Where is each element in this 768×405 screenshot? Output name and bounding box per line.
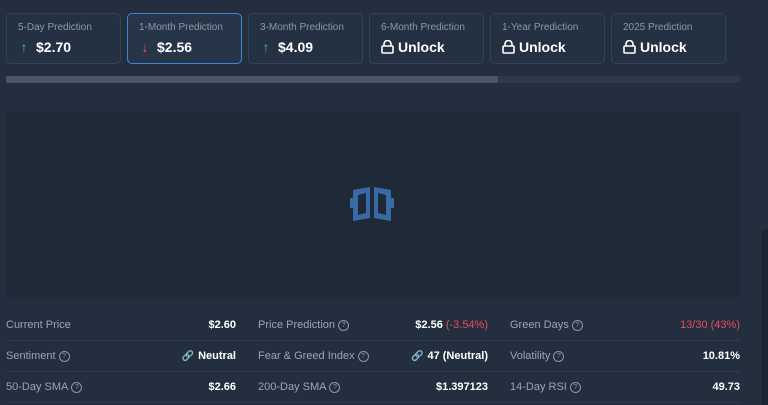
tab-title: 3-Month Prediction xyxy=(260,22,344,33)
tab-title: 2025 Prediction xyxy=(623,22,693,33)
stat-value: $2.56 xyxy=(415,319,443,331)
help-icon[interactable]: ? xyxy=(569,381,581,393)
stats-table: Current Price $2.60 Price Prediction? $2… xyxy=(6,310,740,403)
tab-title: 5-Day Prediction xyxy=(18,22,92,33)
stat-label: Fear & Greed Index xyxy=(258,350,355,362)
stat-sma-200: 200-Day SMA? $1.397123 xyxy=(258,372,488,402)
lock-icon xyxy=(381,40,394,54)
tab-title: 6-Month Prediction xyxy=(381,22,465,33)
arrow-up-icon: ↑ xyxy=(262,39,270,55)
help-icon[interactable]: ? xyxy=(329,381,341,393)
stat-price-prediction: Price Prediction? $2.56 (-3.54%) xyxy=(258,310,488,340)
help-icon[interactable]: ? xyxy=(571,319,583,331)
tab-value: Unlock xyxy=(398,39,445,55)
help-icon[interactable]: ? xyxy=(553,350,565,362)
stat-value[interactable]: 47 (Neutral) xyxy=(427,350,488,362)
stat-label: Green Days xyxy=(510,319,569,331)
horizontal-scrollbar[interactable] xyxy=(6,76,740,83)
stat-volatility: Volatility? 10.81% xyxy=(510,341,740,371)
stat-label: Volatility xyxy=(510,350,551,362)
link-icon: 🔗 xyxy=(181,350,195,362)
page-scrollbar[interactable] xyxy=(762,230,768,405)
stats-row: 50-Day SMA? $2.66 200-Day SMA? $1.397123… xyxy=(6,372,740,403)
stat-current-price: Current Price $2.60 xyxy=(6,310,236,340)
stat-fear-greed: Fear & Greed Index? 🔗 47 (Neutral) xyxy=(258,341,488,371)
stat-value: 49.73 xyxy=(712,381,740,393)
tab-1-year-prediction[interactable]: 1-Year Prediction Unlock xyxy=(490,13,605,64)
stat-label: 14-Day RSI xyxy=(510,381,567,393)
link-icon: 🔗 xyxy=(411,350,424,362)
stat-sma-50: 50-Day SMA? $2.66 xyxy=(6,372,236,402)
stat-label: 50-Day SMA xyxy=(6,381,69,393)
stats-row: Sentiment? 🔗 Neutral Fear & Greed Index? … xyxy=(6,341,740,372)
lock-icon xyxy=(502,40,515,54)
tab-1-month-prediction[interactable]: 1-Month Prediction ↓ $2.56 xyxy=(127,13,242,64)
stat-green-days: Green Days? 13/30 (43%) xyxy=(510,310,740,340)
stat-label: Current Price xyxy=(6,319,71,331)
help-icon[interactable]: ? xyxy=(357,350,369,362)
prediction-tabs: 5-Day Prediction ↑ $2.70 1-Month Predict… xyxy=(6,13,726,64)
tab-title: 1-Year Prediction xyxy=(502,22,579,33)
stat-value: 13/30 (43%) xyxy=(680,319,740,331)
tab-3-month-prediction[interactable]: 3-Month Prediction ↑ $4.09 xyxy=(248,13,363,64)
lock-icon xyxy=(623,40,636,54)
tab-value: $4.09 xyxy=(278,39,314,55)
tab-value: Unlock xyxy=(640,39,687,55)
stat-value: $1.397123 xyxy=(436,381,488,393)
help-icon[interactable]: ? xyxy=(58,350,70,362)
change-percent: (-3.54%) xyxy=(445,319,488,331)
stat-label: 200-Day SMA xyxy=(258,381,327,393)
arrow-up-icon: ↑ xyxy=(20,39,28,55)
scrollbar-thumb[interactable] xyxy=(6,76,498,83)
book-logo-icon xyxy=(350,187,394,221)
stat-value: $2.66 xyxy=(208,381,236,393)
stat-label: Price Prediction xyxy=(258,319,336,331)
tab-5-day-prediction[interactable]: 5-Day Prediction ↑ $2.70 xyxy=(6,13,121,64)
help-icon[interactable]: ? xyxy=(71,381,83,393)
tab-value: Unlock xyxy=(519,39,566,55)
stat-rsi-14: 14-Day RSI? 49.73 xyxy=(510,372,740,402)
tab-6-month-prediction[interactable]: 6-Month Prediction Unlock xyxy=(369,13,484,64)
tab-value: $2.56 xyxy=(157,39,193,55)
stat-label: Sentiment xyxy=(6,350,56,362)
tab-value: $2.70 xyxy=(36,39,72,55)
stats-row: Current Price $2.60 Price Prediction? $2… xyxy=(6,310,740,341)
arrow-down-icon: ↓ xyxy=(141,39,149,55)
stat-sentiment: Sentiment? 🔗 Neutral xyxy=(6,341,236,371)
tab-title: 1-Month Prediction xyxy=(139,22,223,33)
stat-value: $2.60 xyxy=(208,319,236,331)
stat-value: 10.81% xyxy=(702,350,740,362)
chart-area xyxy=(6,112,740,297)
help-icon[interactable]: ? xyxy=(338,319,350,331)
stat-value[interactable]: Neutral xyxy=(198,350,236,362)
tab-2025-prediction[interactable]: 2025 Prediction Unlock xyxy=(611,13,726,64)
